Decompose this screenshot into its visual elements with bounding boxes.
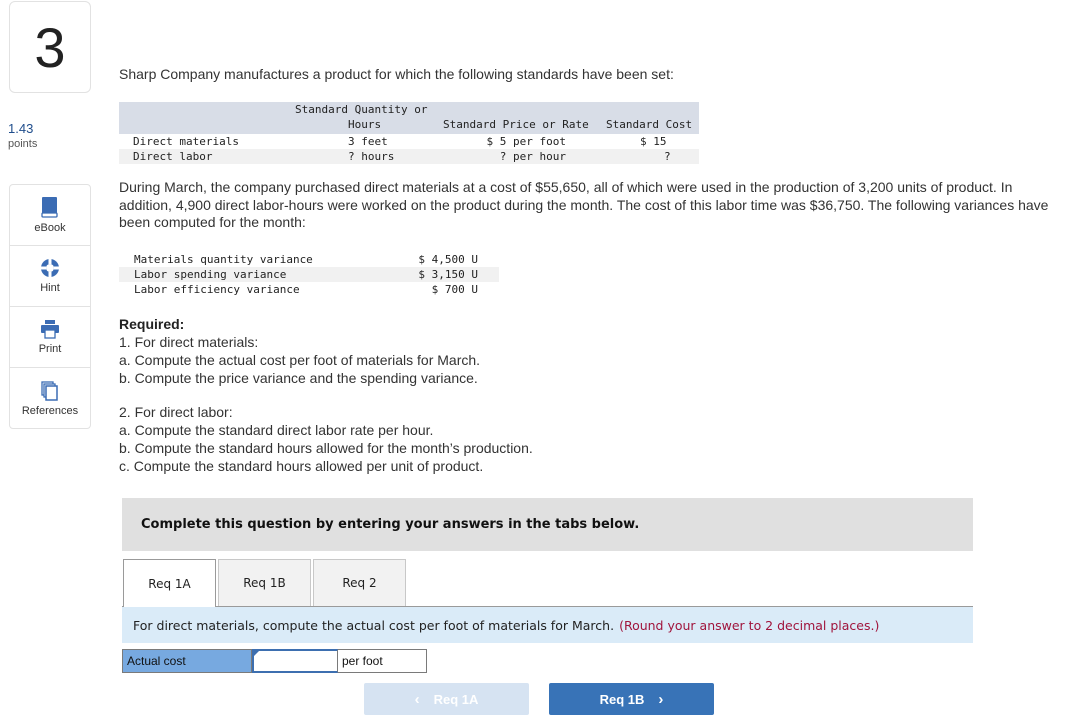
chevron-right-icon: › [658, 690, 664, 708]
table-row: Labor efficiency variance $ 700 U [119, 282, 499, 297]
required-part1b: b. Compute the price variance and the sp… [119, 370, 478, 386]
references-button[interactable]: References [10, 368, 90, 429]
tab-instruction: For direct materials, compute the actual… [122, 607, 973, 643]
table-row: Direct labor ? hours ? per hour ? [119, 149, 699, 164]
header-quantity-line2: Hours [348, 118, 382, 131]
points-display: 1.43 points [8, 121, 37, 150]
requirement-tabs: Req 1A Req 1B Req 2 [123, 559, 408, 607]
table-row: Direct materials 3 feet $ 5 per foot $ 1… [119, 134, 699, 149]
rounding-note: (Round your answer to 2 decimal places.) [619, 617, 880, 633]
answer-row: Actual cost per foot [122, 649, 427, 673]
instructions-banner: Complete this question by entering your … [122, 498, 973, 551]
required-heading: Required: [119, 316, 185, 332]
table-row: Materials quantity variance $ 4,500 U [119, 252, 499, 267]
row-price: ? per hour [499, 150, 566, 163]
variance-value: $ 3,150 U [418, 268, 478, 281]
required-part2c: c. Compute the standard hours allowed pe… [119, 458, 484, 474]
problem-paragraph: During March, the company purchased dire… [119, 179, 1049, 230]
standards-table-header: Standard Quantity or Hours Standard Pric… [119, 102, 699, 134]
required-part1: 1. For direct materials: [119, 334, 259, 350]
variance-label: Labor efficiency variance [134, 283, 300, 296]
points-label: points [8, 138, 38, 150]
variance-label: Materials quantity variance [134, 253, 313, 266]
variance-value: $ 700 U [431, 283, 478, 296]
row-item: Direct labor [133, 150, 213, 163]
ebook-label: eBook [34, 222, 66, 234]
points-value: 1.43 [8, 121, 34, 136]
chevron-left-icon: ‹ [414, 690, 420, 708]
book-icon [41, 197, 58, 218]
required-part2b: b. Compute the standard hours allowed fo… [119, 440, 533, 456]
variance-label: Labor spending variance [134, 268, 287, 281]
row-quantity: 3 feet [348, 135, 388, 148]
hint-button[interactable]: Hint [10, 246, 90, 307]
next-req-label: Req 1B [599, 691, 645, 707]
instruction-text: For direct materials, compute the actual… [133, 617, 615, 633]
row-cost: ? [664, 150, 671, 163]
row-price: $ 5 per foot [486, 135, 566, 148]
ebook-button[interactable]: eBook [10, 185, 90, 246]
header-cost: Standard Cost [606, 118, 693, 131]
tab-req-2[interactable]: Req 2 [313, 559, 406, 606]
next-req-button[interactable]: Req 1B › [549, 683, 714, 715]
copy-icon [41, 380, 58, 401]
lifebuoy-icon [41, 259, 59, 277]
row-quantity: ? hours [348, 150, 395, 163]
actual-cost-input[interactable] [252, 649, 338, 673]
printer-icon [41, 320, 59, 339]
hint-label: Hint [40, 282, 60, 294]
required-section: Required: 1. For direct materials: a. Co… [119, 315, 533, 475]
prev-req-button[interactable]: ‹ Req 1A [364, 683, 529, 715]
tools-panel: eBook Hint Print References [9, 184, 91, 429]
row-item: Direct materials [133, 135, 239, 148]
question-number: 3 [9, 1, 91, 93]
header-price: Standard Price or Rate [443, 118, 589, 131]
unit-label: per foot [338, 649, 427, 673]
input-indicator-icon [254, 651, 259, 656]
standards-table: Standard Quantity or Hours Standard Pric… [119, 102, 699, 164]
variances-table: Materials quantity variance $ 4,500 U La… [119, 252, 499, 297]
required-part1a: a. Compute the actual cost per foot of m… [119, 352, 481, 368]
variance-value: $ 4,500 U [418, 253, 478, 266]
header-quantity-line1: Standard Quantity or [295, 103, 428, 116]
intro-text: Sharp Company manufactures a product for… [119, 66, 674, 82]
tab-req-1a[interactable]: Req 1A [123, 559, 216, 607]
required-part2a: a. Compute the standard direct labor rat… [119, 422, 434, 438]
references-label: References [21, 404, 79, 417]
table-row: Labor spending variance $ 3,150 U [119, 267, 499, 282]
actual-cost-label: Actual cost [122, 649, 252, 673]
required-part2: 2. For direct labor: [119, 404, 233, 420]
row-cost: $ 15 [640, 135, 667, 148]
print-button[interactable]: Print [10, 307, 90, 368]
tab-req-1b[interactable]: Req 1B [218, 559, 311, 606]
print-label: Print [38, 343, 62, 355]
prev-req-label: Req 1A [433, 691, 479, 707]
